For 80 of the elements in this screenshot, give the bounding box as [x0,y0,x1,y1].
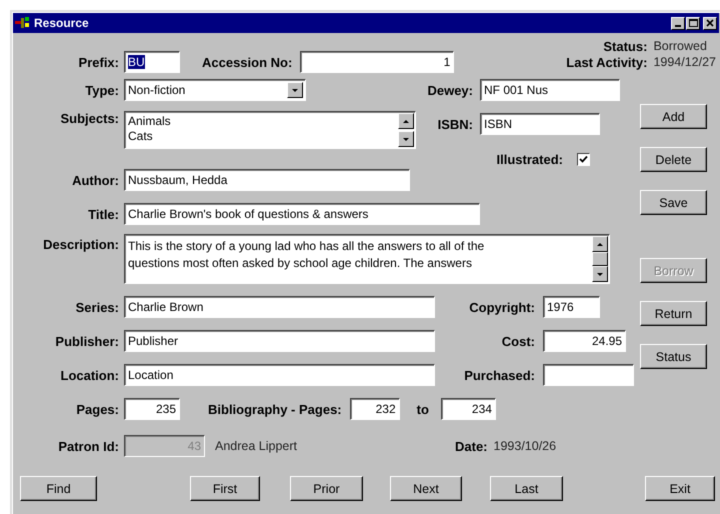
push-button[interactable]: Last [490,476,563,501]
push-button[interactable]: First [190,476,260,501]
description-field[interactable]: This is the story of a young lad who has all the answers to all of the questions most often asked by school age children. The answers [124,234,610,284]
close-button[interactable] [703,16,717,30]
list-item[interactable]: Cats [128,129,398,144]
field-label: Series: [74,300,119,314]
field-label: Location: [60,368,119,382]
accession-field[interactable]: 1 [300,51,454,73]
isbn-field[interactable]: ISBN [480,113,600,135]
purchased-field[interactable] [543,364,634,386]
field-label: ISBN: [436,117,473,132]
scroll-thumb[interactable] [592,252,608,266]
check-mark-icon [579,155,588,163]
field-label: Accession No: [202,54,292,70]
push-button[interactable]: Exit [645,476,715,501]
publisher-field[interactable]: Publisher [124,330,435,352]
date-value: 1993/10/26 [494,439,556,453]
up-arrow-icon [596,240,604,248]
push-button[interactable]: Next [390,476,462,501]
type-dropdown[interactable]: Non-fiction [124,79,306,101]
status-value: Borrowed [653,39,708,54]
page-to-field[interactable]: 234 [440,398,496,420]
field-label: Purchased: [463,368,535,382]
subjects-list[interactable]: Animals Cats [124,111,416,149]
close-icon [706,19,714,27]
push-button[interactable]: Prior [290,476,363,501]
field-label: Pages: [75,402,119,416]
title-field[interactable]: Charlie Brown's book of questions & answers [124,203,480,225]
down-arrow-icon [291,86,299,94]
scroll-down-button[interactable] [592,266,608,282]
up-arrow-icon [402,118,410,124]
field-label: Publisher: [54,334,119,348]
scroll-up-button[interactable] [398,113,414,129]
page-from-field[interactable]: 232 [350,398,400,420]
down-arrow-icon [402,136,410,142]
patron-name: Andrea Lippert [215,439,298,453]
push-button[interactable]: Delete [640,147,707,172]
field-label: Title: [87,206,119,222]
location-field[interactable]: Location [124,364,435,386]
window-title: Resource [34,16,90,30]
push-button[interactable]: Save [640,190,707,215]
push-button[interactable]: Status [640,344,707,369]
scroll-up-button[interactable] [592,236,608,252]
down-arrow-icon [596,270,604,278]
date-label: Date: [455,438,488,454]
pages-field[interactable]: 235 [124,398,180,420]
field-label: Description: [42,237,119,252]
minimize-button[interactable] [671,16,685,30]
dewey-field[interactable]: NF 001 Nus [480,79,620,101]
series-field[interactable]: Charlie Brown [124,296,435,318]
maximize-icon [688,19,698,27]
push-button[interactable]: Find [20,476,97,501]
description-text: This is the story of a young lad who has all the answers to all of the [128,238,486,255]
field-label: Bibliography - Pages: [208,402,342,416]
status-value: 1994/12/27 [653,55,716,70]
app-icon [15,16,31,30]
field-label: Illustrated: [496,152,563,166]
field-label: Cost: [500,334,535,348]
field-label: Type: [84,82,119,98]
list-item[interactable]: Animals [128,114,398,129]
push-button[interactable]: Return [640,301,707,326]
maximize-button[interactable] [686,16,700,30]
field-label: Patron Id: [57,438,119,454]
field-label: Author: [71,172,119,188]
field-label: Dewey: [426,82,473,98]
field-label: Copyright: [468,300,535,314]
prefix-field[interactable]: BU [124,51,180,73]
author-field[interactable]: Nussbaum, Hedda [124,169,410,191]
status-label: Last Activity: [566,55,648,70]
copyright-field[interactable]: 1976 [543,296,600,318]
field-label: Subjects: [59,111,119,126]
status-label: Status: [602,39,648,54]
push-button[interactable]: Add [640,104,707,129]
cost-field[interactable]: 24.95 [543,330,626,352]
description-text: questions most often asked by school age children. The answers [128,255,473,272]
dropdown-button[interactable] [287,82,303,98]
field-label: to [416,402,429,416]
illustrated-checkbox[interactable] [577,152,590,166]
field-label: Prefix: [78,54,119,70]
scroll-down-button[interactable] [398,131,414,147]
